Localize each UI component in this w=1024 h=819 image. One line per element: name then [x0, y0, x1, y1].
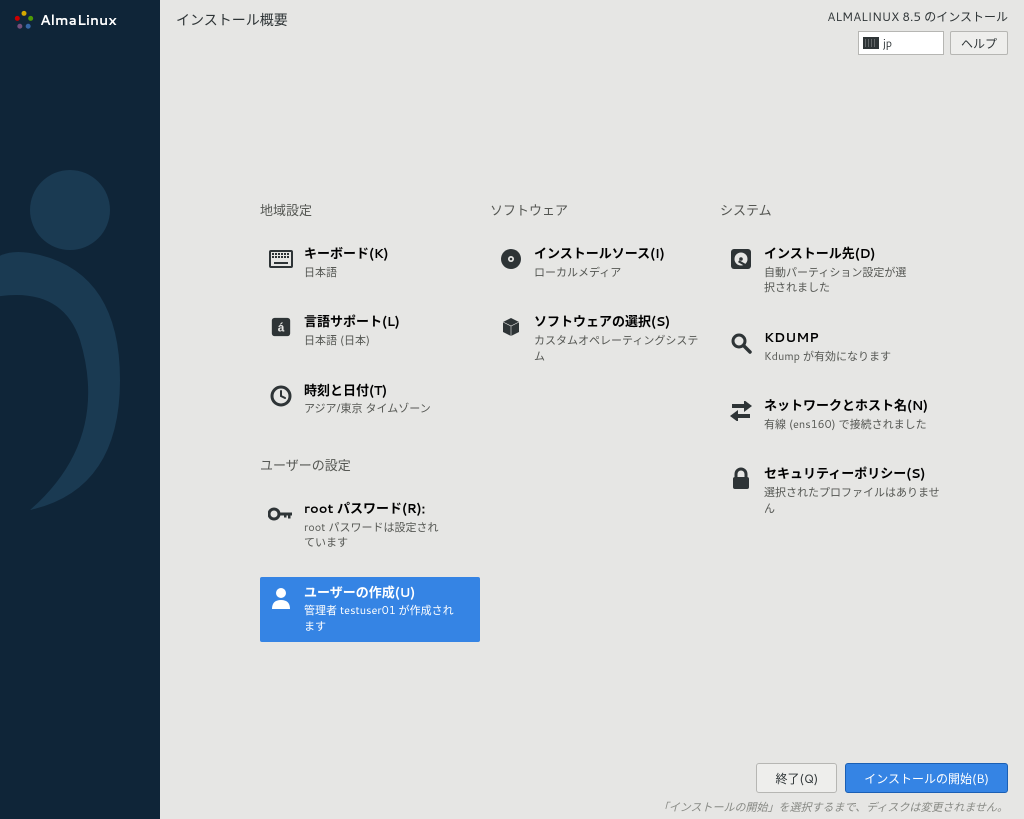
help-button[interactable]: ヘルプ [950, 31, 1008, 55]
begin-install-button-label: インストールの開始(B) [864, 770, 989, 787]
svg-text:á: á [278, 321, 285, 335]
spoke-keyboard-title: キーボード(K) [304, 246, 388, 263]
spoke-network[interactable]: ネットワークとホスト名(N) 有線 (ens160) で接続されました [720, 390, 970, 440]
keyboard-icon [268, 246, 294, 272]
spoke-time[interactable]: 時刻と日付(T) アジア/東京 タイムゾーン [260, 375, 480, 425]
spoke-keyboard-sub: 日本語 [304, 265, 388, 280]
spoke-root-title: root パスワード(R): [304, 501, 444, 518]
main-panel: インストール概要 ALMALINUX 8.5 のインストール jp ヘルプ 地域… [160, 0, 1024, 819]
header: インストール概要 ALMALINUX 8.5 のインストール jp ヘルプ [160, 0, 1024, 60]
clock-icon [268, 383, 294, 409]
quit-button[interactable]: 終了(Q) [756, 763, 837, 793]
spoke-security[interactable]: セキュリティーポリシー(S) 選択されたプロファイルはありません [720, 458, 970, 524]
hard-drive-icon [728, 246, 754, 272]
spoke-install-source[interactable]: インストールソース(I) ローカルメディア [490, 238, 710, 288]
brand-name: AlmaLinux [40, 10, 117, 30]
user-icon [268, 585, 294, 611]
category-title-user: ユーザーの設定 [260, 455, 480, 475]
spoke-destination-title: インストール先(D) [764, 246, 914, 263]
category-title-localization: 地域設定 [260, 200, 480, 220]
spoke-root-password[interactable]: root パスワード(R): root パスワードは設定されています [260, 493, 480, 559]
keyboard-layout-label: jp [883, 35, 892, 51]
spoke-root-sub: root パスワードは設定されています [304, 520, 444, 551]
category-user: ユーザーの設定 root パスワード(R): root パスワードは設定されてい… [260, 455, 480, 642]
spoke-security-title: セキュリティーポリシー(S) [764, 466, 944, 483]
help-button-label: ヘルプ [961, 35, 997, 52]
footer: 終了(Q) インストールの開始(B) 「インストールの開始」を選択するまで、ディ… [160, 755, 1024, 819]
spoke-source-title: インストールソース(I) [534, 246, 665, 263]
category-title-system: システム [720, 200, 970, 220]
spoke-security-sub: 選択されたプロファイルはありません [764, 485, 944, 516]
summary-content: 地域設定 キーボード(K) 日本語 á 言語サポート(L) [160, 60, 1024, 749]
spoke-destination[interactable]: インストール先(D) 自動パーティション設定が選択されました [720, 238, 970, 304]
sidebar: AlmaLinux [0, 0, 160, 819]
spoke-time-sub: アジア/東京 タイムゾーン [304, 401, 431, 416]
spoke-language-title: 言語サポート(L) [304, 314, 400, 331]
quit-button-label: 終了(Q) [775, 770, 818, 787]
spoke-user-create-sub: 管理者 testuser01 が作成されます [304, 603, 454, 634]
spoke-kdump[interactable]: KDUMP Kdump が有効になります [720, 322, 970, 372]
spoke-language-sub: 日本語 (日本) [304, 333, 400, 348]
keyboard-icon [863, 37, 879, 49]
install-product-title: ALMALINUX 8.5 のインストール [827, 8, 1008, 25]
category-localization: 地域設定 キーボード(K) 日本語 á 言語サポート(L) [260, 200, 480, 660]
spoke-kdump-sub: Kdump が有効になります [764, 349, 891, 364]
spoke-time-title: 時刻と日付(T) [304, 383, 431, 400]
network-arrows-icon [728, 398, 754, 424]
keyboard-layout-selector[interactable]: jp [858, 31, 944, 55]
spoke-keyboard[interactable]: キーボード(K) 日本語 [260, 238, 480, 288]
footer-note: 「インストールの開始」を選択するまで、ディスクは変更されません。 [176, 799, 1008, 815]
spoke-destination-sub: 自動パーティション設定が選択されました [764, 265, 914, 296]
disc-icon [498, 246, 524, 272]
almalinux-icon [14, 10, 34, 30]
spoke-user-create[interactable]: ユーザーの作成(U) 管理者 testuser01 が作成されます [260, 577, 480, 643]
spoke-kdump-title: KDUMP [764, 330, 891, 347]
magnifier-icon [728, 330, 754, 356]
language-icon: á [268, 314, 294, 340]
brand-logo: AlmaLinux [0, 0, 160, 40]
begin-install-button[interactable]: インストールの開始(B) [845, 763, 1008, 793]
spoke-selection-sub: カスタムオペレーティングシステム [534, 333, 702, 364]
key-icon [268, 501, 294, 527]
spoke-user-create-title: ユーザーの作成(U) [304, 585, 454, 602]
package-icon [498, 314, 524, 340]
category-title-software: ソフトウェア [490, 200, 710, 220]
spoke-software-selection[interactable]: ソフトウェアの選択(S) カスタムオペレーティングシステム [490, 306, 710, 372]
lock-icon [728, 466, 754, 492]
spoke-network-sub: 有線 (ens160) で接続されました [764, 417, 928, 432]
spoke-source-sub: ローカルメディア [534, 265, 665, 280]
spoke-network-title: ネットワークとホスト名(N) [764, 398, 928, 415]
spoke-selection-title: ソフトウェアの選択(S) [534, 314, 702, 331]
spoke-language[interactable]: á 言語サポート(L) 日本語 (日本) [260, 306, 480, 356]
category-software: ソフトウェア インストールソース(I) ローカルメディア ソフト [490, 200, 710, 660]
category-system: システム インストール先(D) 自動パーティション設定が選択されました [720, 200, 970, 660]
